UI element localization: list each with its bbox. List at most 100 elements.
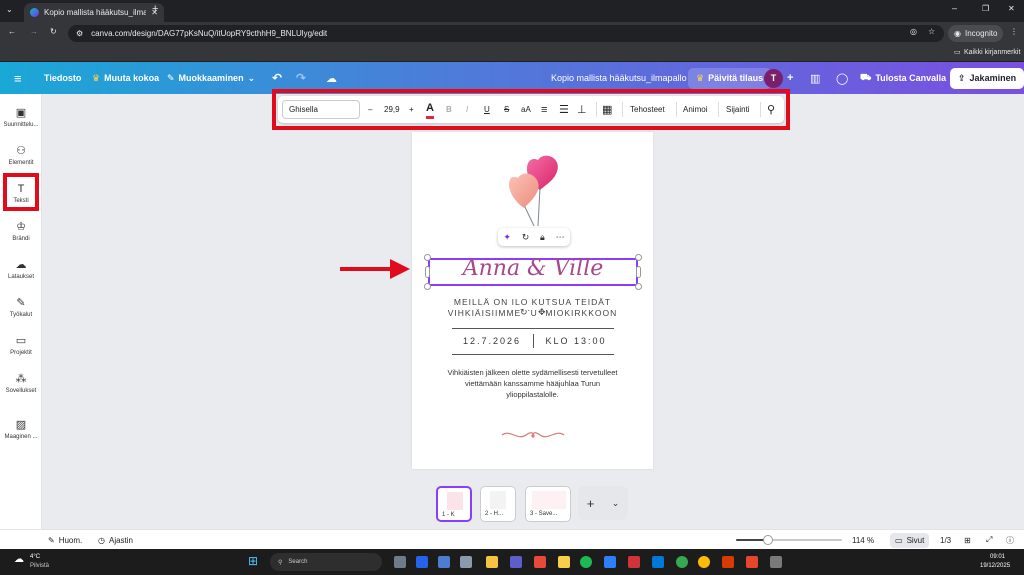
- app-icon[interactable]: [534, 556, 546, 568]
- acrobat-icon[interactable]: [722, 556, 734, 568]
- file-menu[interactable]: Tiedosto: [44, 62, 81, 94]
- site-info-icon[interactable]: ⚙: [76, 29, 83, 38]
- incognito-badge[interactable]: ◉ Incognito: [948, 25, 1004, 42]
- magic-wand-icon[interactable]: ✦: [503, 232, 511, 243]
- print-button[interactable]: ⛟ Tulosta Canvalla: [860, 62, 946, 94]
- address-bar[interactable]: ⚙ canva.com/design/DAG77pKsNuQ/itUopRY9c…: [68, 25, 944, 42]
- page-thumbnail[interactable]: 1 - K: [436, 486, 472, 522]
- balloons-graphic[interactable]: [500, 150, 566, 230]
- page-thumbnail[interactable]: 3 - Save...: [525, 486, 571, 522]
- chevron-down-icon: ⌄: [247, 72, 256, 83]
- sidebar-item-design[interactable]: ▣ Suunnittelu...: [0, 100, 42, 136]
- sidebar-item-apps[interactable]: ⁂ Sovellukset: [0, 366, 42, 402]
- date-text[interactable]: 12.7.2026: [452, 336, 532, 346]
- sidebar-item-projects[interactable]: ▭ Projektit: [0, 328, 42, 364]
- zoom-slider-thumb[interactable]: [762, 535, 773, 545]
- clock-time: 09:01: [990, 554, 1006, 560]
- search-icon: ⚲: [278, 559, 283, 566]
- comment-icon[interactable]: ◯: [836, 62, 848, 94]
- time-text[interactable]: KLO 13:00: [536, 336, 616, 346]
- app-icon[interactable]: [460, 556, 472, 568]
- share-button[interactable]: ⇪ Jakaminen: [950, 62, 1024, 94]
- move-handle-icon[interactable]: ✥: [538, 307, 546, 318]
- browser-tab[interactable]: Kopio mallista hääkutsu_ilmapallo ✕: [24, 3, 164, 22]
- divider-line: [452, 328, 614, 329]
- browser-toolbar: ← → ↻ ⚙ canva.com/design/DAG77pKsNuQ/itU…: [0, 22, 1024, 44]
- more-options-icon[interactable]: ⋯: [556, 232, 565, 243]
- annotation-arrow-head: [390, 259, 410, 279]
- forward-icon[interactable]: →: [30, 27, 38, 36]
- page-thumbnail[interactable]: 2 - H...: [480, 486, 516, 522]
- menu-hamburger-icon[interactable]: ≡: [14, 62, 22, 94]
- side-panel: ▣ Suunnittelu... ⚇ Elementit T Teksti ♔ …: [0, 94, 42, 529]
- close-window-icon[interactable]: ✕: [1008, 4, 1015, 13]
- bookmark-star-icon[interactable]: ☆: [928, 27, 935, 36]
- back-icon[interactable]: ←: [8, 27, 16, 36]
- sidebar-item-uploads[interactable]: ☁ Lataukset: [0, 252, 42, 288]
- new-tab-icon[interactable]: +: [152, 3, 158, 15]
- weather-temp: 4°C: [30, 554, 41, 560]
- notes-button[interactable]: ✎ Huom.: [48, 530, 82, 550]
- tab-list-chevron-icon[interactable]: ⌄: [6, 5, 13, 14]
- minimize-icon[interactable]: –: [952, 3, 957, 13]
- annotation-arrow: [340, 267, 392, 271]
- thumbnail-preview: [532, 491, 566, 509]
- app-icon[interactable]: [416, 556, 428, 568]
- page-counter: 1/3: [940, 535, 952, 545]
- divider-line: [452, 354, 614, 355]
- chrome-icon[interactable]: [676, 556, 688, 568]
- chevron-down-icon[interactable]: ⌄: [612, 498, 620, 509]
- reload-icon[interactable]: ↻: [50, 27, 57, 36]
- grid-view-icon[interactable]: ⊞: [964, 530, 971, 550]
- file-explorer-icon[interactable]: [486, 556, 498, 568]
- chrome-icon[interactable]: [698, 556, 710, 568]
- sidebar-item-tools[interactable]: ✎ Työkalut: [0, 290, 42, 326]
- sidebar-item-magic[interactable]: ▨ Maaginen ...: [0, 412, 42, 448]
- task-view-icon[interactable]: [394, 556, 406, 568]
- ornament-flourish[interactable]: [500, 429, 566, 441]
- fullscreen-icon[interactable]: ⤢: [986, 530, 992, 550]
- tab-title: Kopio mallista hääkutsu_ilmapallo: [44, 8, 147, 17]
- taskbar-search-box[interactable]: ⚲ Search: [270, 553, 382, 571]
- invitation-line-1[interactable]: MEILLÄ ON ILO KUTSUA TEIDÄT: [422, 297, 643, 307]
- help-icon[interactable]: ⓘ: [1006, 530, 1014, 550]
- all-bookmarks-link[interactable]: Kaikki kirjanmerkit: [964, 49, 1020, 56]
- browser-menu-icon[interactable]: ⋮: [1010, 27, 1018, 36]
- zoom-slider[interactable]: [736, 535, 842, 545]
- editing-mode-dropdown[interactable]: ✎ Muokkaaminen ⌄: [167, 62, 255, 94]
- teams-icon[interactable]: [510, 556, 522, 568]
- eye-off-icon[interactable]: ◎: [910, 27, 917, 36]
- acrobat-icon[interactable]: [746, 556, 758, 568]
- app-icon[interactable]: [770, 556, 782, 568]
- invitation-body-text[interactable]: Vihkiäisten jälkeen olette sydämellisest…: [442, 367, 623, 400]
- spotify-icon[interactable]: [580, 556, 592, 568]
- resize-button[interactable]: ♛ Muuta kokoa: [92, 62, 159, 94]
- add-page-button[interactable]: +: [587, 496, 595, 511]
- timer-icon: ◷: [98, 535, 105, 545]
- sidebar-item-brand[interactable]: ♔ Brändi: [0, 214, 42, 250]
- analytics-icon[interactable]: ▥: [810, 62, 820, 94]
- lock-icon[interactable]: 🔒︎: [540, 232, 545, 243]
- invitation-line-2[interactable]: VIHKIÄISIIMME TUOMIOKIRKKOON: [422, 308, 643, 318]
- pages-view-button[interactable]: ▭ Sivut: [890, 530, 930, 550]
- os-taskbar: ☁ 4°C Pilvistä ⊞ ⚲ Search 09:01 19/12/20…: [0, 549, 1024, 575]
- sidebar-item-elements[interactable]: ⚇ Elementit: [0, 138, 42, 174]
- couple-names-text[interactable]: Anna & Ville: [428, 256, 638, 286]
- rotate-icon[interactable]: ↻: [522, 232, 530, 243]
- vscode-icon[interactable]: [652, 556, 664, 568]
- windows-start-icon[interactable]: ⊞: [248, 554, 258, 568]
- app-icon[interactable]: [604, 556, 616, 568]
- rotate-handle-icon[interactable]: ↻: [520, 307, 528, 318]
- sticky-notes-icon[interactable]: [558, 556, 570, 568]
- zoom-level[interactable]: 114 %: [852, 530, 874, 550]
- app-icon[interactable]: [438, 556, 450, 568]
- notes-icon: ✎: [48, 535, 55, 545]
- design-page[interactable]: ✦ ↻ 🔒︎ ⋯ Anna & Ville MEILLÄ ON ILO KUTS…: [412, 132, 653, 469]
- maximize-icon[interactable]: ❐: [982, 4, 989, 13]
- crown-icon: ♛: [696, 72, 705, 83]
- app-icon[interactable]: [628, 556, 640, 568]
- upload-cloud-icon: ☁: [15, 259, 27, 271]
- weather-cloud-icon[interactable]: ☁: [14, 554, 24, 565]
- apps-icon: ⁂: [15, 373, 27, 385]
- timer-button[interactable]: ◷ Ajastin: [98, 530, 133, 550]
